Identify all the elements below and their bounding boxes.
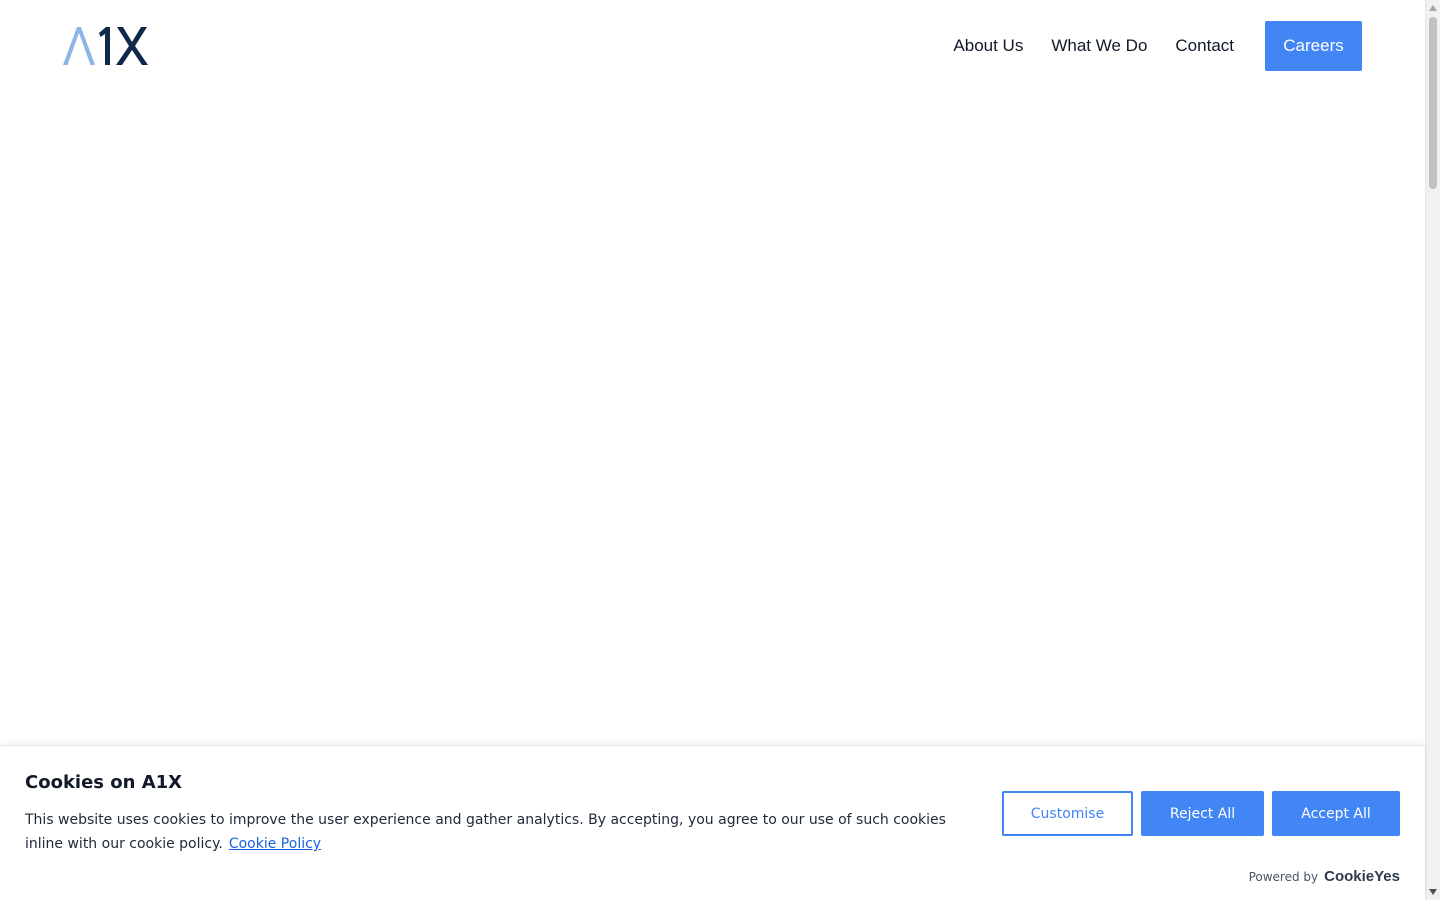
cookie-banner-description: This website uses cookies to improve the… (25, 808, 965, 856)
cookie-policy-link[interactable]: Cookie Policy (229, 836, 321, 852)
cookieyes-logo[interactable]: CookieYes (1324, 868, 1400, 885)
cookie-consent-banner: Cookies on A1X This website uses cookies… (0, 745, 1425, 900)
cookie-banner-title: Cookies on A1X (25, 772, 183, 793)
cookie-banner-body: This website uses cookies to improve the… (25, 812, 946, 852)
powered-by-label: Powered by (1248, 869, 1319, 884)
a1x-logo-mark (63, 27, 148, 65)
chevron-up-icon[interactable] (1429, 5, 1437, 11)
powered-by: Powered by CookieYes (1249, 868, 1400, 885)
page: About Us What We Do Contact Careers Cook… (0, 0, 1440, 900)
a1x-logo[interactable] (62, 24, 152, 68)
nav-about-us[interactable]: About Us (953, 21, 1023, 71)
nav-contact[interactable]: Contact (1175, 21, 1234, 71)
accept-all-button[interactable]: Accept All (1272, 791, 1400, 836)
cookie-actions: Customise Reject All Accept All (1002, 791, 1400, 836)
customise-button[interactable]: Customise (1002, 791, 1133, 836)
scrollbar-thumb[interactable] (1429, 17, 1437, 189)
vertical-scrollbar[interactable] (1425, 0, 1440, 900)
reject-all-button[interactable]: Reject All (1141, 791, 1264, 836)
main-nav: About Us What We Do Contact Careers (953, 21, 1362, 71)
careers-button[interactable]: Careers (1265, 21, 1362, 71)
chevron-down-icon[interactable] (1429, 889, 1437, 895)
nav-what-we-do[interactable]: What We Do (1051, 21, 1147, 71)
site-header: About Us What We Do Contact Careers (0, 0, 1425, 92)
